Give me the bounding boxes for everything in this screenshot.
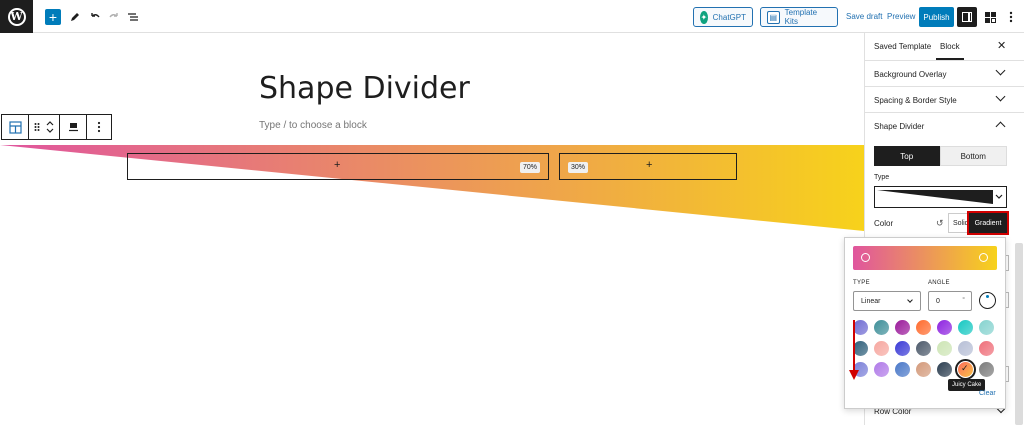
shape-preview [877, 190, 1003, 204]
gradient-preset-swatch[interactable] [979, 320, 994, 335]
gradient-preset-swatch[interactable] [895, 362, 910, 377]
gradient-type-select[interactable]: Linear [853, 291, 921, 311]
gradient-preset-swatch[interactable] [874, 320, 889, 335]
sidebar-tabs: Saved Template Block ✕ [865, 33, 1024, 61]
gradient-picker-popover: TYPE ANGLE Linear 0 ° ✓ Juicy Cake Clear [844, 237, 1006, 409]
angle-dial[interactable] [979, 292, 996, 309]
block-toolbar [1, 114, 112, 140]
chatgpt-icon: ✦ [700, 10, 708, 24]
gradient-preset-swatch[interactable] [895, 341, 910, 356]
drag-move-controls[interactable] [29, 115, 60, 139]
wordpress-logo-button[interactable]: W [0, 0, 33, 33]
block-options-button[interactable] [87, 115, 111, 139]
column-width-badge: 30% [568, 162, 589, 173]
align-icon [68, 123, 78, 132]
panel-shape-divider[interactable]: Shape Divider [865, 113, 1024, 139]
row-layout-icon [8, 120, 22, 134]
move-up-down-icon[interactable] [46, 120, 54, 134]
chatgpt-button[interactable]: ✦ ChatGPT [693, 7, 753, 27]
gradient-color-button[interactable]: Gradient [967, 211, 1009, 235]
gradient-stop-handle[interactable] [979, 253, 988, 262]
preview-link[interactable]: Preview [887, 12, 915, 21]
gradient-preset-swatch[interactable] [916, 362, 931, 377]
edit-pencil-icon[interactable] [69, 8, 81, 25]
gradient-stop-handle[interactable] [861, 253, 870, 262]
check-icon: ✓ [961, 363, 969, 373]
gradient-angle-label: ANGLE [928, 280, 950, 286]
more-options-icon[interactable] [1001, 7, 1021, 27]
gradient-angle-input[interactable]: 0 ° [928, 291, 972, 311]
block-type-button[interactable] [2, 115, 29, 139]
add-block-in-column-icon[interactable]: + [646, 159, 652, 171]
align-button[interactable] [60, 115, 87, 139]
gradient-preset-swatch[interactable] [916, 341, 931, 356]
top-bottom-toggle: Top Bottom [874, 146, 1007, 166]
gradient-preset-swatch[interactable] [979, 362, 994, 377]
template-kits-button[interactable]: ▤ Template Kits [760, 7, 838, 27]
gradient-preset-swatch[interactable] [937, 320, 952, 335]
wordpress-icon: W [7, 7, 26, 26]
gradient-preset-swatch[interactable] [895, 320, 910, 335]
gradient-preview-bar[interactable] [853, 246, 997, 270]
settings-panel-toggle[interactable] [957, 7, 977, 27]
list-view-icon[interactable] [127, 8, 139, 25]
template-kits-icon: ▤ [767, 10, 780, 24]
editor-canvas: Shape Divider Type / to choose a block +… [0, 33, 864, 425]
page-title[interactable]: Shape Divider [259, 71, 470, 106]
gradient-preset-swatch[interactable] [937, 341, 952, 356]
column-width-badge: 70% [520, 162, 541, 173]
column-block[interactable]: + 70% [127, 153, 549, 180]
block-placeholder[interactable]: Type / to choose a block [259, 120, 367, 131]
sidebar-icon [962, 12, 972, 22]
add-block-button[interactable]: + [45, 9, 61, 25]
publish-button[interactable]: Publish [919, 7, 954, 27]
chevron-down-icon [995, 91, 1006, 102]
gradient-preset-swatch[interactable] [958, 341, 973, 356]
tab-block[interactable]: Block [936, 42, 964, 60]
redo-icon[interactable] [108, 8, 120, 25]
column-block[interactable]: 30% + [559, 153, 737, 180]
gradient-preset-swatch[interactable] [979, 341, 994, 356]
gradient-preset-swatch[interactable] [916, 320, 931, 335]
annotation-arrow [849, 320, 859, 380]
save-draft-link[interactable]: Save draft [846, 12, 882, 21]
drag-handle-icon[interactable] [34, 122, 40, 132]
chevron-down-icon [995, 65, 1006, 76]
tab-saved-template[interactable]: Saved Template [874, 42, 931, 51]
gradient-preset-swatch[interactable] [937, 362, 952, 377]
color-label: Color [874, 219, 894, 228]
add-block-in-column-icon[interactable]: + [334, 159, 340, 171]
gradient-preset-swatch[interactable]: ✓ [955, 359, 976, 380]
bottom-toggle-button[interactable]: Bottom [939, 146, 1007, 166]
vertical-ellipsis-icon [97, 121, 101, 133]
gradient-type-label: TYPE [853, 280, 870, 286]
editor-top-bar: W + ✦ ChatGPT ▤ Template Kits Save draft… [0, 0, 1024, 33]
gradient-preset-swatch[interactable] [874, 362, 889, 377]
panel-background-overlay[interactable]: Background Overlay [865, 61, 1024, 87]
type-label: Type [874, 174, 890, 181]
clear-button[interactable]: Clear [979, 390, 996, 397]
sidebar-scrollbar[interactable] [1015, 243, 1023, 425]
close-icon[interactable]: ✕ [997, 39, 1006, 52]
reset-icon[interactable]: ↺ [936, 218, 944, 229]
chevron-up-icon [995, 121, 1006, 132]
undo-icon[interactable] [89, 8, 101, 25]
top-toggle-button[interactable]: Top [874, 146, 940, 166]
gradient-preset-swatch[interactable] [874, 341, 889, 356]
gradient-preset-swatch[interactable] [958, 320, 973, 335]
shape-type-select[interactable] [874, 186, 1007, 208]
panel-spacing-border[interactable]: Spacing & Border Style [865, 87, 1024, 113]
chevron-down-icon [907, 297, 913, 303]
block-settings-icon[interactable] [980, 7, 1000, 27]
